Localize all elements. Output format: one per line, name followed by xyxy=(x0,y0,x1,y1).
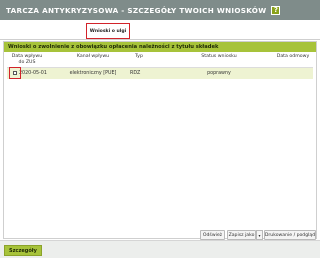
cell-status: poprawny xyxy=(207,71,231,76)
column-header-status[interactable]: Status wniosku xyxy=(189,54,249,60)
tab-strip: Wnioski o ulgi xyxy=(0,20,320,40)
column-header-refusal-date[interactable]: Data odmowy xyxy=(272,54,314,60)
tab-wnioski-o-ulgi[interactable]: Wnioski o ulgi xyxy=(86,23,130,39)
table-row[interactable] xyxy=(7,68,313,79)
column-header-channel[interactable]: Kanał wpływu xyxy=(62,54,124,60)
cell-channel: elektroniczny [PUE] xyxy=(69,71,117,76)
help-icon[interactable]: ? xyxy=(271,5,281,15)
refresh-button[interactable]: Odśwież xyxy=(200,230,225,240)
cell-type: RDZ xyxy=(130,71,141,76)
footer-bar: Szczegóły xyxy=(0,240,320,258)
expand-row-icon[interactable] xyxy=(13,71,17,75)
print-preview-button[interactable]: Drukowanie / podgląd xyxy=(264,230,316,240)
column-header-type[interactable]: Typ xyxy=(124,54,154,60)
cell-date-received: 2020-05-01 xyxy=(19,71,47,76)
column-header-date-received[interactable]: Data wpływu do ZUS xyxy=(10,54,44,66)
details-button[interactable]: Szczegóły xyxy=(4,245,42,256)
save-as-dropdown-icon[interactable]: ▾ xyxy=(256,230,263,240)
section-title: Wnioski o zwolnienie z obowiązku opłacen… xyxy=(4,42,316,52)
applications-panel: Wnioski o zwolnienie z obowiązku opłacen… xyxy=(3,41,317,240)
save-as-button[interactable]: Zapisz jako xyxy=(227,230,256,240)
title-bar: TARCZA ANTYKRYZYSOWA - SZCZEGÓŁY TWOICH … xyxy=(0,0,320,20)
row-expand-highlight xyxy=(9,67,21,79)
page-title: TARCZA ANTYKRYZYSOWA - SZCZEGÓŁY TWOICH … xyxy=(6,5,267,15)
